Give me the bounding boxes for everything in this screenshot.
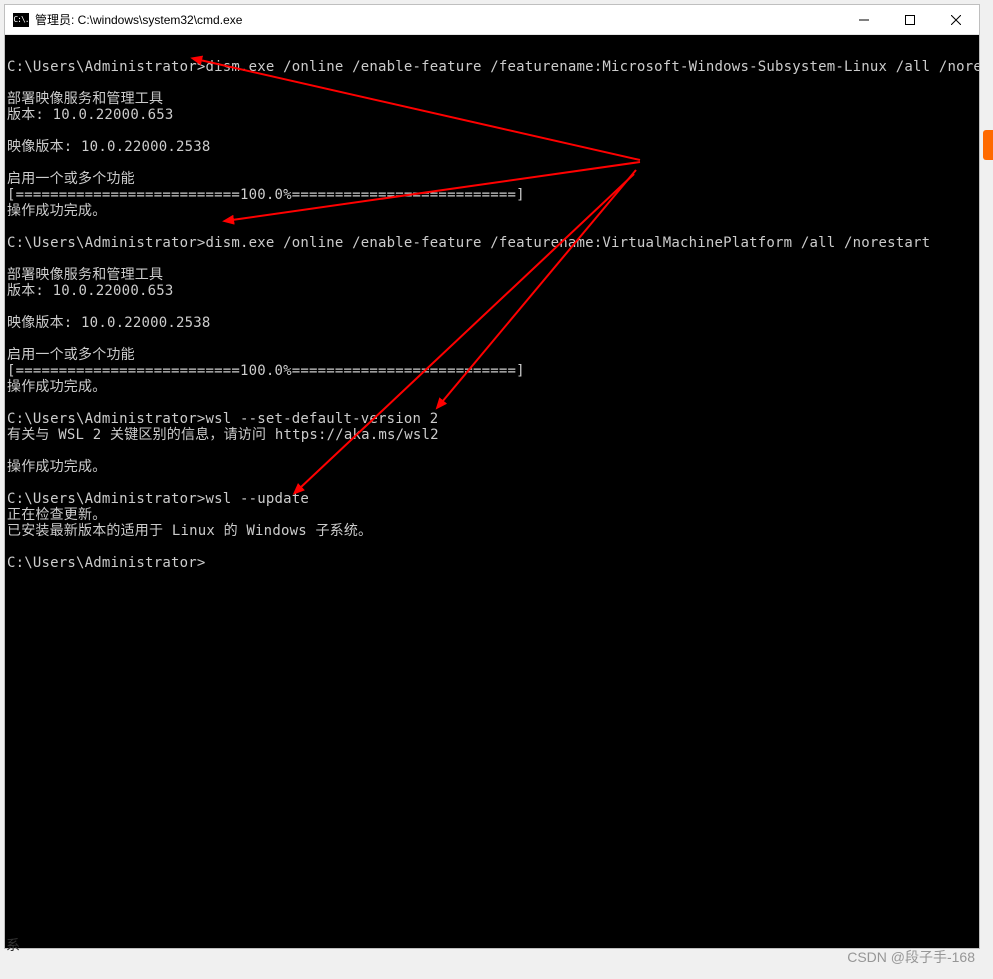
side-tab-indicator [983,130,993,160]
terminal-line [5,43,979,59]
titlebar[interactable]: C:\. 管理员: C:\windows\system32\cmd.exe [5,5,979,35]
terminal-line: 映像版本: 10.0.22000.2538 [5,315,979,331]
terminal-line: 部署映像服务和管理工具 [5,267,979,283]
terminal-output[interactable]: C:\Users\Administrator>dism.exe /online … [5,35,979,948]
cmd-icon: C:\. [13,13,29,27]
terminal-line: C:\Users\Administrator> [5,555,979,571]
watermark: CSDN @段子手-168 [847,947,975,967]
terminal-line [5,475,979,491]
terminal-line: [==========================100.0%=======… [5,363,979,379]
cmd-window: C:\. 管理员: C:\windows\system32\cmd.exe C:… [4,4,980,949]
terminal-line: C:\Users\Administrator>wsl --set-default… [5,411,979,427]
terminal-line: 部署映像服务和管理工具 [5,91,979,107]
terminal-line [5,123,979,139]
close-button[interactable] [933,5,979,35]
minimize-button[interactable] [841,5,887,35]
terminal-line [5,443,979,459]
terminal-line: 已安装最新版本的适用于 Linux 的 Windows 子系统。 [5,523,979,539]
terminal-line: [==========================100.0%=======… [5,187,979,203]
terminal-line: 版本: 10.0.22000.653 [5,283,979,299]
terminal-line: 操作成功完成。 [5,379,979,395]
terminal-line: 映像版本: 10.0.22000.2538 [5,139,979,155]
terminal-line: 启用一个或多个功能 [5,347,979,363]
terminal-line: C:\Users\Administrator>wsl --update [5,491,979,507]
terminal-line [5,395,979,411]
window-title: 管理员: C:\windows\system32\cmd.exe [35,11,841,28]
terminal-line [5,539,979,555]
terminal-line: C:\Users\Administrator>dism.exe /online … [5,59,979,75]
terminal-line [5,155,979,171]
terminal-line: 操作成功完成。 [5,459,979,475]
terminal-line: C:\Users\Administrator>dism.exe /online … [5,235,979,251]
terminal-line: 启用一个或多个功能 [5,171,979,187]
terminal-line [5,299,979,315]
terminal-line [5,75,979,91]
maximize-button[interactable] [887,5,933,35]
terminal-line: 有关与 WSL 2 关键区别的信息，请访问 https://aka.ms/wsl… [5,427,979,443]
terminal-line [5,251,979,267]
terminal-line: 版本: 10.0.22000.653 [5,107,979,123]
terminal-line [5,219,979,235]
side-text: 系 [6,935,20,955]
terminal-line: 正在检查更新。 [5,507,979,523]
terminal-line [5,331,979,347]
terminal-line: 操作成功完成。 [5,203,979,219]
